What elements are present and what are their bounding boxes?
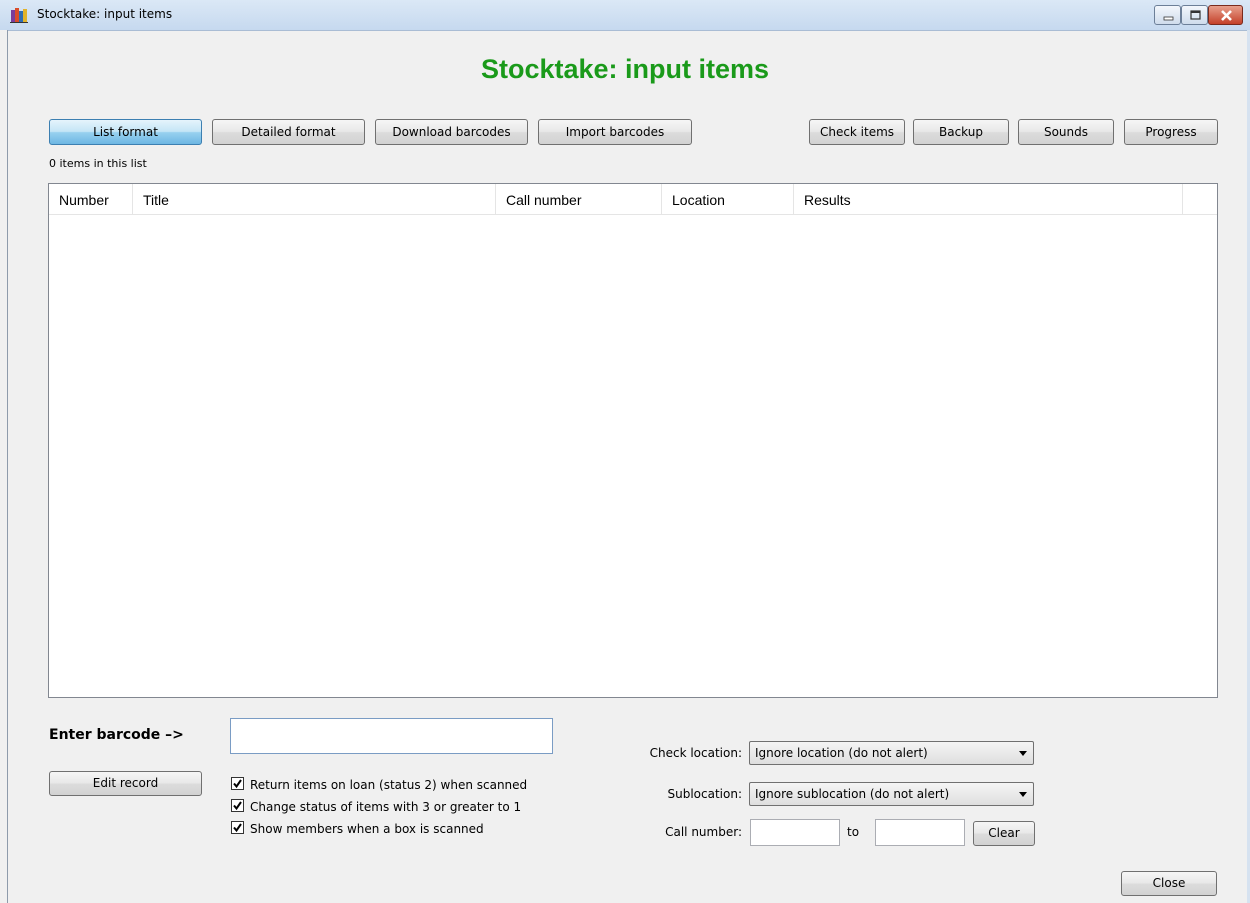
call-number-from-input[interactable] [750, 819, 840, 846]
check-items-button[interactable]: Check items [809, 119, 905, 145]
call-number-to-label: to [847, 825, 860, 839]
chevron-down-icon [1019, 751, 1027, 756]
list-header: Number Title Call number Location Result… [49, 184, 1217, 215]
check-location-select[interactable]: Ignore location (do not alert) [749, 741, 1034, 765]
app-icon [10, 7, 28, 23]
list-format-button[interactable]: List format [49, 119, 202, 145]
option-change-status-label: Change status of items with 3 or greater… [250, 800, 522, 814]
column-header-results[interactable]: Results [794, 184, 1183, 214]
item-count: 0 items in this list [49, 157, 147, 170]
column-header-title[interactable]: Title [133, 184, 496, 214]
sublocation-value: Ignore sublocation (do not alert) [755, 787, 950, 801]
check-location-value: Ignore location (do not alert) [755, 746, 928, 760]
sublocation-select[interactable]: Ignore sublocation (do not alert) [749, 782, 1034, 806]
window-left-frame [0, 30, 8, 903]
close-window-button[interactable] [1208, 5, 1243, 25]
option-change-status[interactable]: Change status of items with 3 or greater… [231, 799, 521, 814]
option-show-members-label: Show members when a box is scanned [250, 822, 484, 836]
chevron-down-icon [1019, 792, 1027, 797]
option-show-members[interactable]: Show members when a box is scanned [231, 821, 484, 836]
sounds-button[interactable]: Sounds [1018, 119, 1114, 145]
option-return-on-loan[interactable]: Return items on loan (status 2) when sca… [231, 777, 527, 792]
barcode-input[interactable] [230, 718, 553, 754]
sublocation-label: Sublocation: [667, 787, 743, 801]
clear-button[interactable]: Clear [973, 821, 1035, 846]
import-barcodes-button[interactable]: Import barcodes [538, 119, 692, 145]
progress-button[interactable]: Progress [1124, 119, 1218, 145]
backup-button[interactable]: Backup [913, 119, 1009, 145]
close-button[interactable]: Close [1121, 871, 1217, 896]
items-list[interactable]: Number Title Call number Location Result… [48, 183, 1218, 698]
checkbox-change-status[interactable] [231, 799, 244, 812]
option-return-on-loan-label: Return items on loan (status 2) when sca… [250, 778, 528, 792]
barcode-label: Enter barcode –> [49, 727, 184, 743]
page-title: Stocktake: input items [480, 54, 770, 84]
window-titlebar: Stocktake: input items [0, 0, 1250, 31]
check-location-label: Check location: [649, 746, 742, 760]
maximize-button[interactable] [1181, 5, 1208, 25]
call-number-label: Call number: [665, 825, 742, 839]
call-number-to-input[interactable] [875, 819, 965, 846]
column-header-call-number[interactable]: Call number [496, 184, 662, 214]
window-title: Stocktake: input items [37, 7, 173, 21]
minimize-button[interactable] [1154, 5, 1181, 25]
checkbox-return-on-loan[interactable] [231, 777, 244, 790]
checkbox-show-members[interactable] [231, 821, 244, 834]
column-header-number[interactable]: Number [49, 184, 133, 214]
detailed-format-button[interactable]: Detailed format [212, 119, 365, 145]
download-barcodes-button[interactable]: Download barcodes [375, 119, 528, 145]
column-header-location[interactable]: Location [662, 184, 794, 214]
edit-record-button[interactable]: Edit record [49, 771, 202, 796]
